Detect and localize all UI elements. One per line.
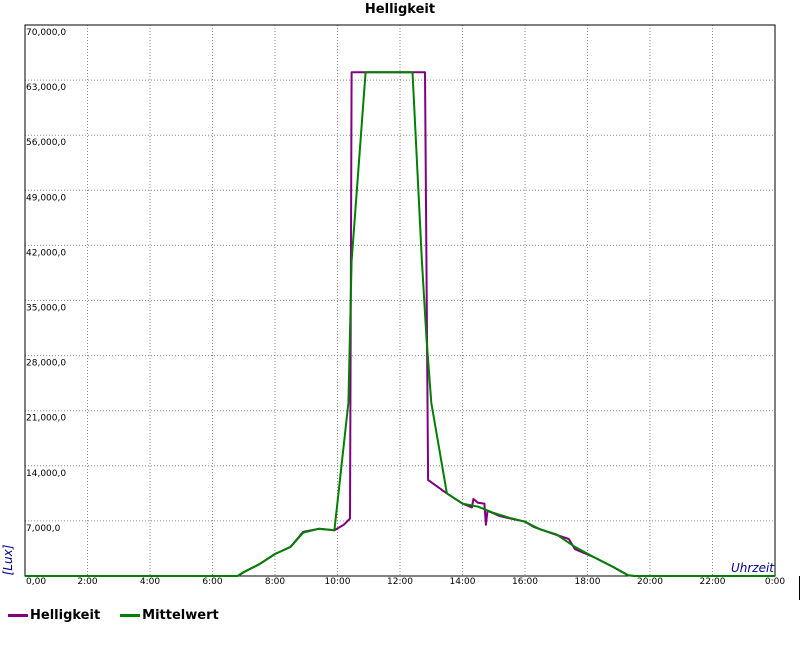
y-tick-label: 63,000,0 xyxy=(26,83,66,93)
legend-label: Mittelwert xyxy=(142,608,219,623)
x-tick-label: 10:00 xyxy=(325,577,351,587)
legend-item-mittelwert: Mittelwert xyxy=(120,608,219,623)
legend-swatch-helligkeit xyxy=(8,614,28,617)
y-tick-label: 7,000,0 xyxy=(26,524,61,534)
x-tick-label: 2:00 xyxy=(77,577,97,587)
y-tick-label: 14,000,0 xyxy=(26,469,66,479)
x-tick-label: 0:00 xyxy=(765,577,785,587)
grid xyxy=(25,25,775,576)
series-line-helligkeit xyxy=(25,71,775,577)
chart-title: Helligkeit xyxy=(365,2,435,17)
x-tick-label: 0,00 xyxy=(26,577,46,587)
x-tick-label: 12:00 xyxy=(387,577,413,587)
series-lines xyxy=(25,71,775,577)
x-axis-ticks: 0,00 2:00 4:00 6:00 8:00 10:00 12:00 14:00 16:00… xyxy=(26,577,785,587)
legend-swatch-mittelwert xyxy=(120,614,141,617)
x-tick-label: 16:00 xyxy=(512,577,538,587)
y-tick-label: 21,000,0 xyxy=(26,414,66,424)
y-tick-label: 49,000,0 xyxy=(26,193,66,203)
y-tick-label: 35,000,0 xyxy=(26,304,66,314)
x-tick-label: 14:00 xyxy=(450,577,476,587)
x-tick-label: 8:00 xyxy=(265,577,285,587)
x-axis-label: Uhrzeit xyxy=(731,561,775,575)
x-tick-label: 4:00 xyxy=(140,577,160,587)
x-tick-label: 6:00 xyxy=(202,577,222,587)
y-tick-label: 56,000,0 xyxy=(26,138,66,148)
legend-item-helligkeit: Helligkeit xyxy=(8,608,100,623)
x-tick-label: 20:00 xyxy=(637,577,663,587)
y-axis-label: [Lux] xyxy=(1,544,15,575)
y-tick-label: 28,000,0 xyxy=(26,359,66,369)
x-tick-label: 18:00 xyxy=(575,577,601,587)
y-tick-label: 42,000,0 xyxy=(26,248,66,258)
chart: Helligkeit 7,000,0 14,000,0 21,000,0 28,000… xyxy=(1,2,800,600)
legend-label: Helligkeit xyxy=(30,608,101,623)
legend: Helligkeit Mittelwert xyxy=(8,608,219,623)
x-tick-label: 22:00 xyxy=(700,577,726,587)
y-axis-ticks: 7,000,0 14,000,0 21,000,0 28,000,0 35,000,0 4… xyxy=(26,28,66,534)
series-line-mittelwert xyxy=(25,71,775,577)
y-tick-label: 70,000,0 xyxy=(26,28,66,38)
